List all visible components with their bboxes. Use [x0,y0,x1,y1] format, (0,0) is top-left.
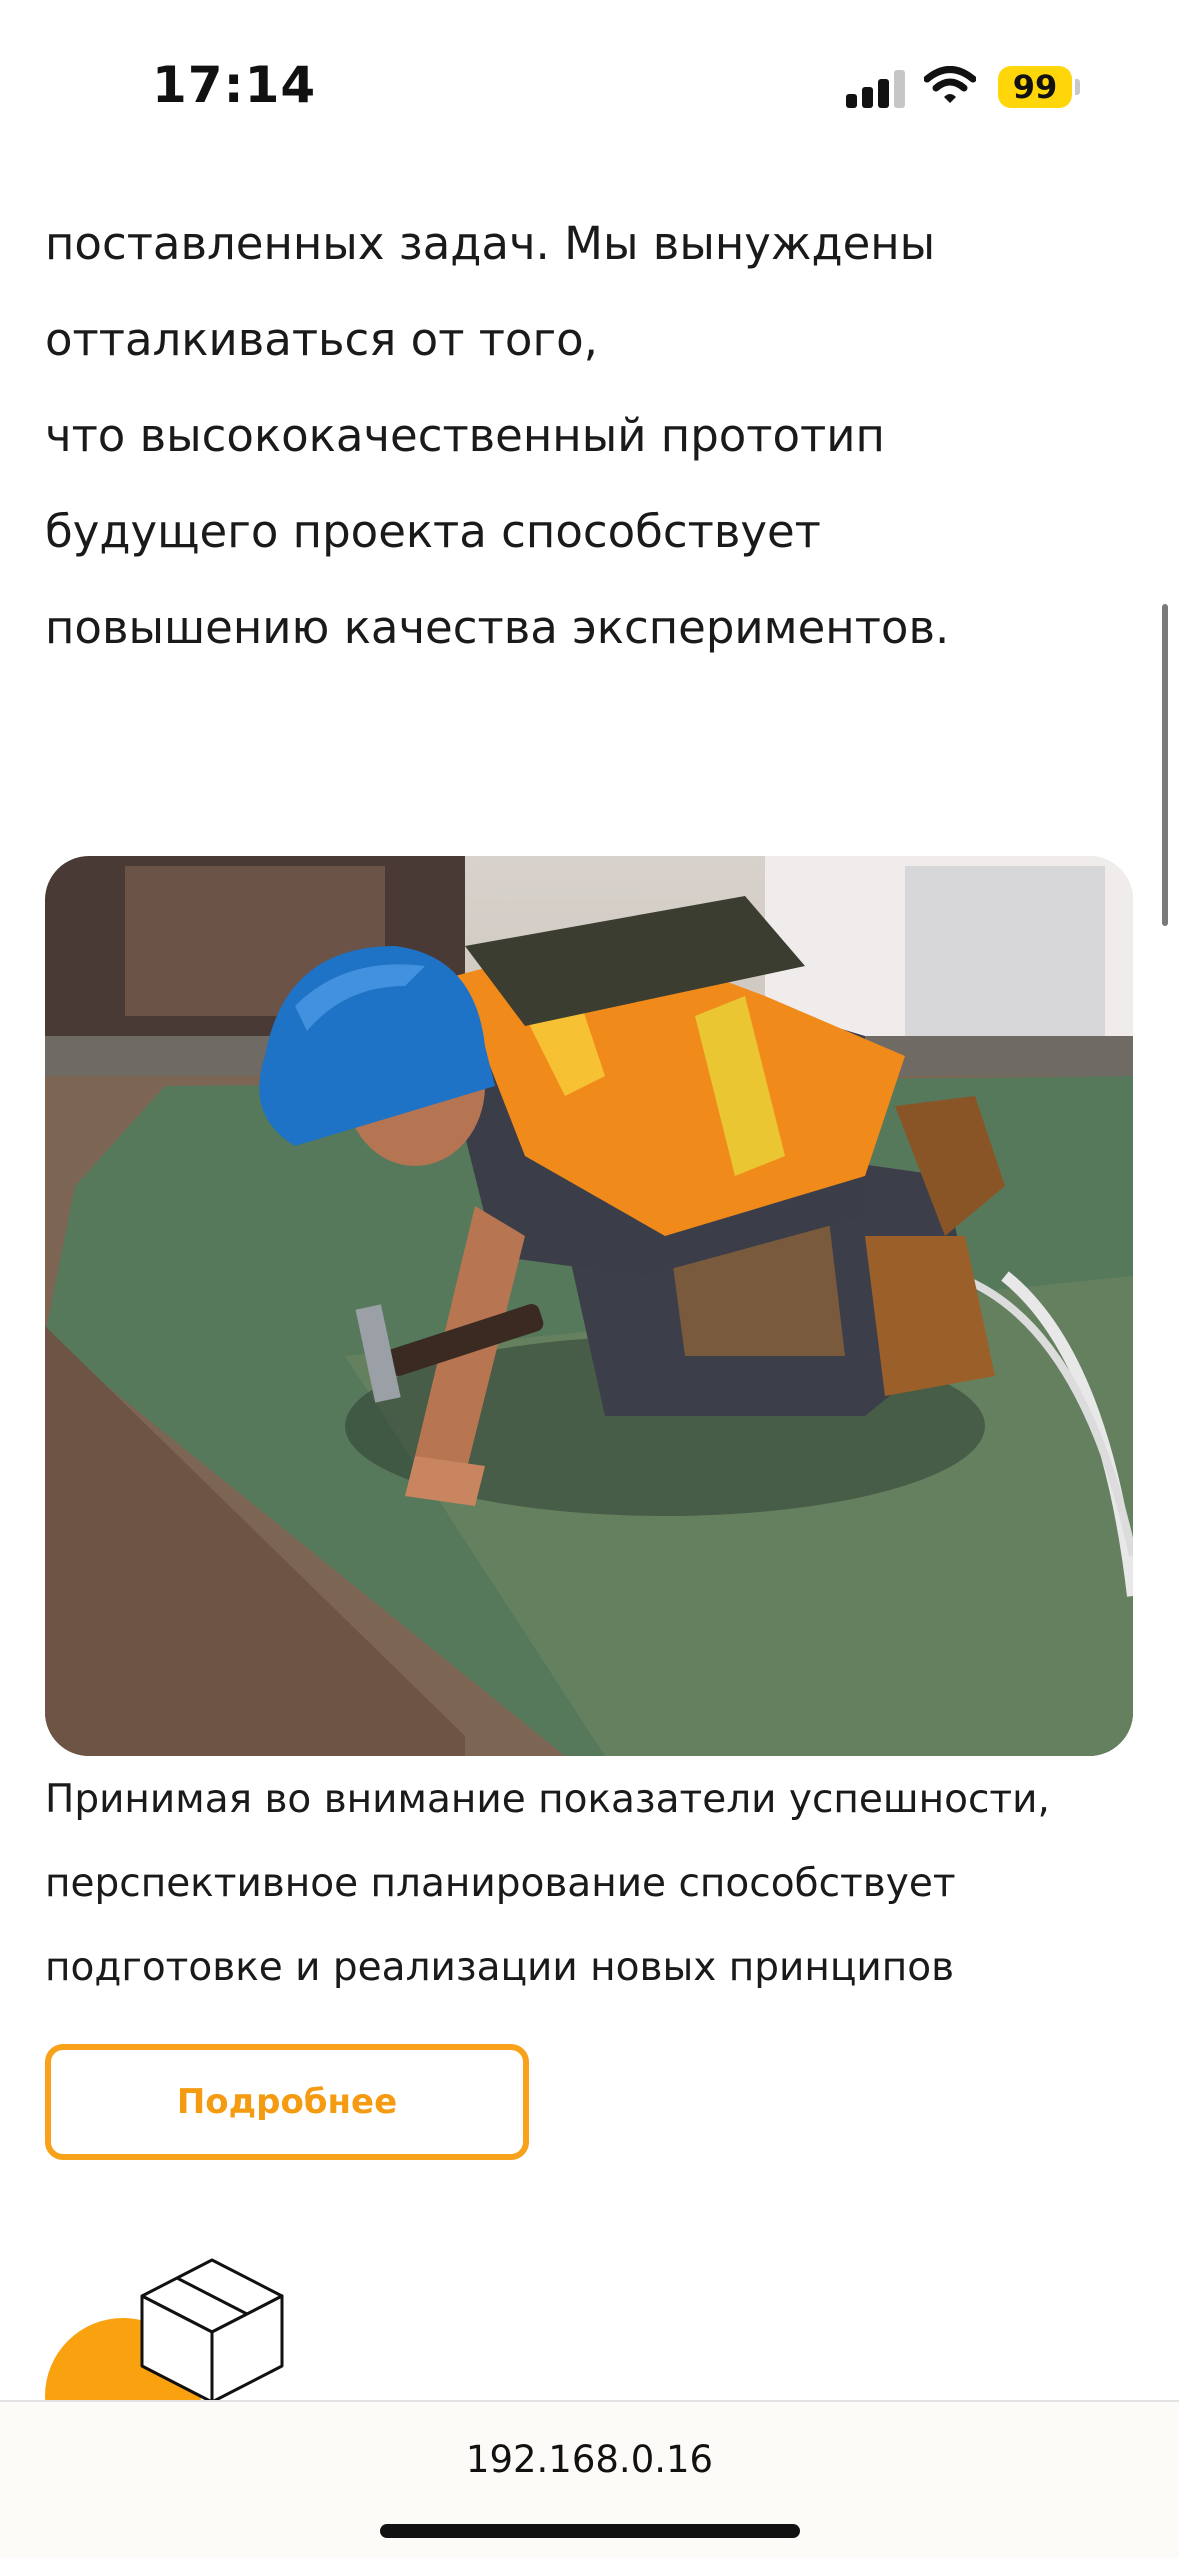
article-paragraph-2: Принимая во внимание показатели успешнос… [45,1758,1050,2010]
box-icon [140,2258,284,2404]
status-time: 17:14 [152,56,317,114]
paragraph-line: поставленных задач. Мы вынуждены [45,217,936,270]
scrollbar-thumb[interactable] [1162,604,1168,926]
wifi-icon [924,66,976,103]
paragraph-line: перспективное планирование способствует [45,1861,956,1906]
article-photo [45,856,1133,1756]
paragraph-line: отталкиваться от того, [45,313,598,366]
battery-tip [1075,79,1080,95]
status-bar: 17:14 99 [0,0,1179,160]
browser-address-bar[interactable]: 192.168.0.16 [0,2400,1179,2558]
cellular-signal-icon [846,70,906,108]
paragraph-line: что высококачественный прототип [45,409,885,462]
paragraph-line: будущего проекта способствует [45,505,821,558]
more-button[interactable]: Подробнее [45,2044,529,2160]
article-paragraph-1: поставленных задач. Мы вынуждены отталки… [45,196,949,676]
url-text[interactable]: 192.168.0.16 [0,2438,1179,2481]
paragraph-line: Принимая во внимание показатели успешнос… [45,1777,1050,1822]
paragraph-line: повышению качества экспериментов. [45,601,950,654]
home-indicator[interactable] [380,2524,800,2538]
paragraph-line: подготовке и реализации новых принципов [45,1945,955,1990]
battery-icon: 99 [998,66,1072,108]
